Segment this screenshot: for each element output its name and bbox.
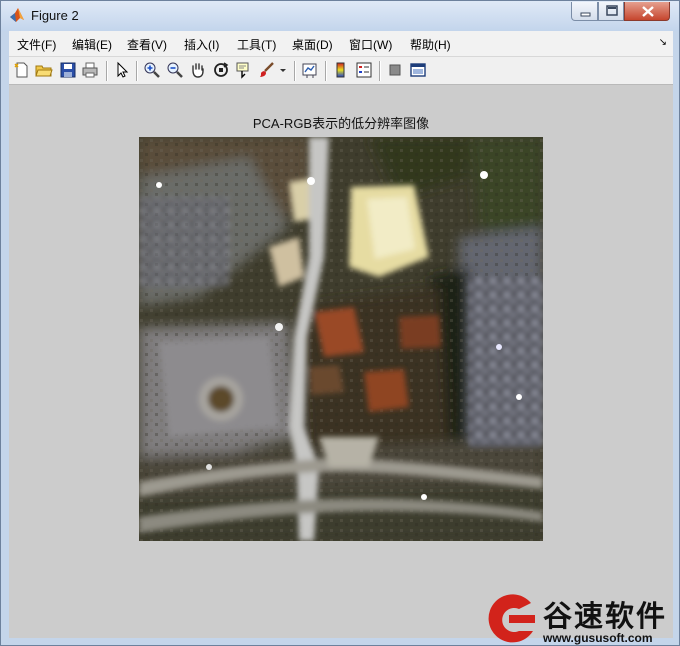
brush-dropdown-icon[interactable] xyxy=(279,61,287,79)
new-figure-icon[interactable] xyxy=(13,61,31,79)
menu-view[interactable]: 查看(V) xyxy=(127,36,167,53)
figure-window: Figure 2 文件(F) 编辑(E) 查看(V) 插入(I) 工具(T) 桌… xyxy=(0,0,680,646)
hide-plot-tools-icon[interactable] xyxy=(386,61,404,79)
menu-window[interactable]: 窗口(W) xyxy=(349,36,392,53)
zoom-in-icon[interactable] xyxy=(143,61,161,79)
toolbar-separator xyxy=(106,61,108,81)
legend-icon[interactable] xyxy=(355,61,373,79)
gususoft-logo-icon xyxy=(488,594,535,643)
save-icon[interactable] xyxy=(59,61,77,79)
toolbar-separator xyxy=(379,61,381,81)
data-cursor-icon[interactable] xyxy=(235,61,253,79)
title-bar[interactable]: Figure 2 xyxy=(1,1,679,31)
watermark-url: www.gususoft.com xyxy=(543,631,653,645)
menu-tools[interactable]: 工具(T) xyxy=(237,36,276,53)
maximize-icon xyxy=(606,5,618,16)
minimize-icon xyxy=(580,12,591,17)
satellite-image[interactable] xyxy=(139,137,543,541)
maximize-button[interactable] xyxy=(598,2,624,21)
open-file-icon[interactable] xyxy=(35,61,53,79)
minimize-button[interactable] xyxy=(571,2,598,21)
pan-hand-icon[interactable] xyxy=(189,61,207,79)
select-arrow-icon[interactable] xyxy=(113,61,131,79)
window-title: Figure 2 xyxy=(31,8,79,23)
matlab-logo-icon xyxy=(9,7,25,23)
watermark-brand: 谷速软件 xyxy=(543,599,668,633)
print-icon[interactable] xyxy=(81,61,99,79)
menu-edit[interactable]: 编辑(E) xyxy=(72,36,112,53)
menu-insert[interactable]: 插入(I) xyxy=(184,36,219,53)
menu-bar: 文件(F) 编辑(E) 查看(V) 插入(I) 工具(T) 桌面(D) 窗口(W… xyxy=(9,31,673,57)
figure-title: PCA-RGB表示的低分辨率图像 xyxy=(252,116,430,131)
toolbar-separator xyxy=(325,61,327,81)
link-plot-icon[interactable] xyxy=(301,61,319,79)
show-plot-tools-icon[interactable] xyxy=(409,61,427,79)
toolbar-separator xyxy=(136,61,138,81)
zoom-out-icon[interactable] xyxy=(166,61,184,79)
menu-file[interactable]: 文件(F) xyxy=(17,36,56,53)
close-button[interactable] xyxy=(624,2,670,21)
menu-overflow-icon[interactable]: ↘ xyxy=(659,37,667,48)
brush-icon[interactable] xyxy=(258,61,276,79)
rotate-3d-icon[interactable] xyxy=(212,61,230,79)
figure-toolbar xyxy=(9,57,673,85)
menu-desktop[interactable]: 桌面(D) xyxy=(292,36,333,53)
menu-help[interactable]: 帮助(H) xyxy=(410,36,451,53)
watermark-logo: 谷速软件 www.gususoft.com xyxy=(483,593,679,645)
toolbar-separator xyxy=(294,61,296,81)
figure-canvas: PCA-RGB表示的低分辨率图像 xyxy=(9,85,673,638)
close-icon xyxy=(642,6,654,17)
colorbar-icon[interactable] xyxy=(332,61,350,79)
